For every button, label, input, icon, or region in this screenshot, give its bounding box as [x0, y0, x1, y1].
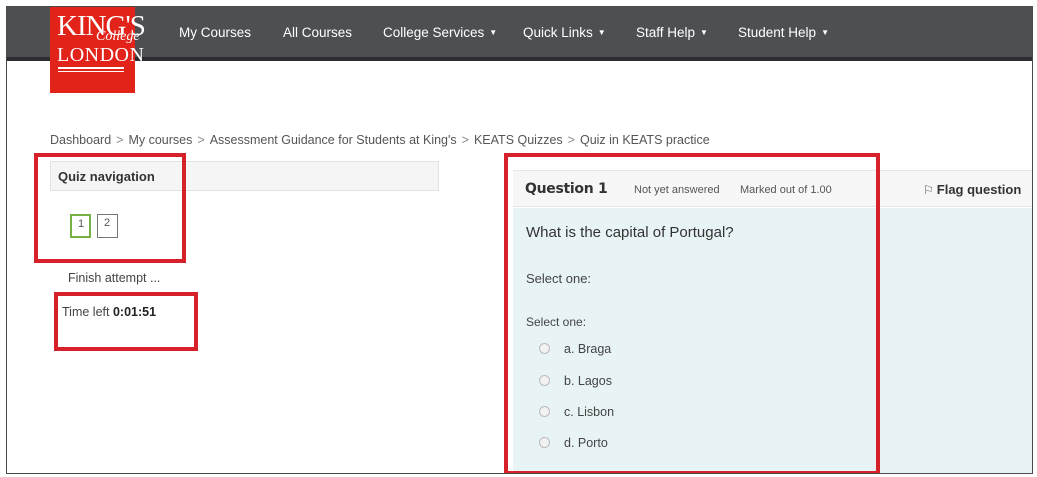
top-navbar: My Courses All Courses College Services ▼…	[7, 7, 1032, 61]
breadcrumb-separator-icon: >	[567, 133, 575, 147]
breadcrumb-current-quiz[interactable]: Quiz in KEATS practice	[580, 133, 710, 147]
breadcrumb-course[interactable]: Assessment Guidance for Students at King…	[210, 133, 457, 147]
breadcrumb-separator-icon: >	[197, 133, 205, 147]
highlight-box-quiz-navigation	[34, 153, 186, 263]
caret-down-icon: ▼	[700, 28, 708, 37]
kings-college-logo[interactable]: KING'S College LONDON	[50, 7, 146, 93]
breadcrumb: Dashboard > My courses > Assessment Guidance…	[50, 133, 710, 147]
nav-college-services[interactable]: College Services ▼	[383, 25, 497, 40]
nav-all-courses-label: All Courses	[283, 25, 353, 40]
finish-attempt-link[interactable]: Finish attempt ...	[68, 271, 160, 285]
caret-down-icon: ▼	[489, 28, 498, 37]
breadcrumb-keats-quizzes[interactable]: KEATS Quizzes	[474, 133, 563, 147]
logo-rule	[58, 67, 124, 69]
logo-line-3: LONDON	[57, 44, 145, 66]
highlight-box-time-left	[54, 292, 198, 351]
caret-down-icon: ▼	[597, 28, 606, 37]
nav-staff-help[interactable]: Staff Help ▼	[636, 25, 708, 40]
flag-question-button[interactable]: ⚐ Flag question	[923, 182, 1021, 197]
nav-all-courses[interactable]: All Courses	[283, 25, 352, 40]
caret-down-icon: ▼	[821, 28, 829, 37]
breadcrumb-separator-icon: >	[461, 133, 469, 147]
nav-my-courses-label: My Courses	[179, 25, 252, 40]
flag-icon: ⚐	[923, 183, 934, 197]
browser-frame: My Courses All Courses College Services ▼…	[6, 6, 1033, 474]
nav-quick-links-label: Quick Links	[523, 25, 593, 40]
flag-question-label: Flag question	[936, 182, 1022, 197]
nav-quick-links[interactable]: Quick Links ▼	[523, 25, 606, 40]
nav-student-help-label: Student Help	[738, 25, 817, 40]
logo-rule	[58, 71, 124, 72]
breadcrumb-my-courses[interactable]: My courses	[128, 133, 192, 147]
logo-line-2: College	[96, 29, 140, 44]
breadcrumb-separator-icon: >	[116, 133, 124, 147]
highlight-box-question	[504, 153, 880, 473]
breadcrumb-dashboard[interactable]: Dashboard	[50, 133, 111, 147]
nav-college-services-label: College Services	[383, 25, 485, 40]
nav-my-courses[interactable]: My Courses	[179, 25, 251, 40]
nav-staff-help-label: Staff Help	[636, 25, 696, 40]
nav-student-help[interactable]: Student Help ▼	[738, 25, 829, 40]
